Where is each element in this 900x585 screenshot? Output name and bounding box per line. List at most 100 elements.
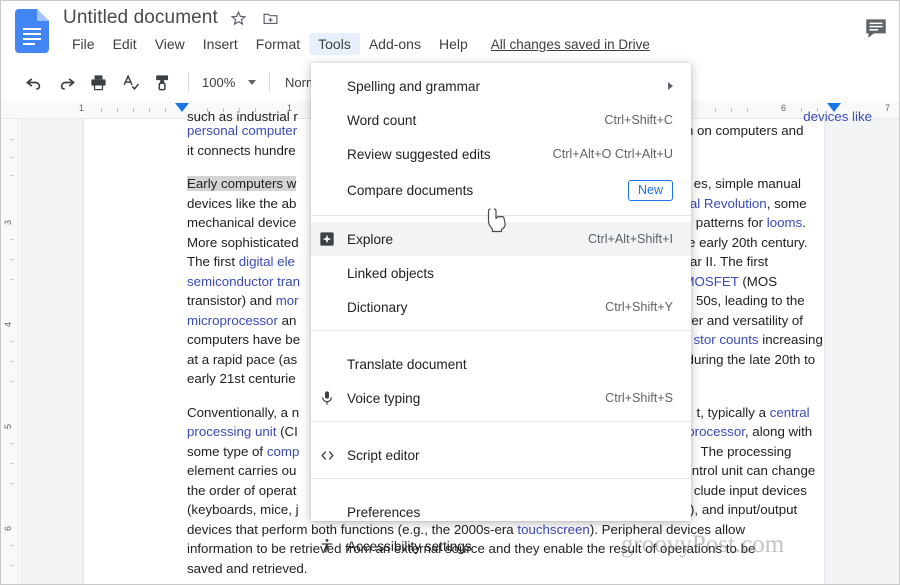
menu-spacer-2	[311, 428, 691, 438]
doc-link[interactable]: microprocessor	[187, 313, 278, 328]
vruler-number-6: 6	[3, 525, 13, 531]
undo-icon[interactable]	[19, 68, 49, 96]
spellcheck-icon[interactable]	[115, 68, 145, 96]
menu-separator-3	[311, 421, 691, 422]
doc-link[interactable]: processing unit	[187, 424, 276, 439]
menu-option-shortcut: Ctrl+Alt+Shift+I	[587, 232, 673, 246]
doc-text: /ar II. The first	[686, 254, 769, 269]
menu-option-word-count[interactable]: Word count Ctrl+Shift+C	[311, 103, 691, 137]
doc-link[interactable]: digital ele	[239, 254, 295, 269]
vruler-number-4: 4	[3, 321, 13, 327]
doc-text: some type of	[187, 443, 267, 459]
vruler-number-5: 5	[3, 423, 13, 429]
menu-option-translate-document[interactable]: Translate document	[311, 347, 691, 381]
vruler-number-3: 3	[3, 219, 13, 225]
doc-link[interactable]: al Revolution	[690, 196, 767, 211]
doc-text: patterns for	[695, 215, 767, 230]
vertical-ruler[interactable]: 3 4 5 6	[1, 119, 19, 584]
doc-text: such as industrial r	[187, 109, 298, 121]
doc-text: at a rapid pace (as	[187, 351, 298, 367]
toolbar-divider-2	[269, 72, 270, 92]
menu-option-label: Translate document	[347, 356, 467, 372]
menu-option-label: Compare documents	[347, 182, 474, 198]
doc-link[interactable]: semiconductor tran	[187, 274, 300, 289]
doc-text: clude input devices	[693, 482, 807, 498]
doc-link[interactable]: central	[770, 405, 810, 420]
menu-option-voice-typing[interactable]: Voice typing Ctrl+Shift+S	[311, 381, 691, 415]
menu-option-explore[interactable]: Explore Ctrl+Alt+Shift+I	[311, 222, 691, 256]
menu-item-file[interactable]: File	[63, 33, 104, 55]
submenu-arrow-icon	[668, 82, 673, 90]
zoom-selector[interactable]: 100%	[198, 75, 260, 90]
menu-item-insert[interactable]: Insert	[194, 33, 247, 55]
doc-text: early 21st centurie	[187, 371, 296, 386]
doc-text: wer and versatility of	[681, 312, 803, 328]
microphone-icon	[319, 390, 347, 406]
menu-option-label: Script editor	[347, 447, 420, 463]
doc-link[interactable]: stor counts	[694, 332, 759, 347]
menu-option-preferences[interactable]: Preferences	[311, 495, 691, 529]
menu-option-label: Accessibility settings	[347, 538, 472, 554]
accessibility-icon	[319, 538, 347, 554]
doc-link[interactable]: devices like	[803, 109, 872, 121]
doc-link[interactable]: processor	[687, 424, 745, 439]
menu-bar: File Edit View Insert Format Tools Add-o…	[63, 33, 650, 55]
doc-text: , some	[766, 195, 807, 211]
paint-format-icon[interactable]	[147, 68, 177, 96]
move-to-folder-icon[interactable]	[260, 7, 282, 29]
doc-link[interactable]: mor	[276, 293, 299, 308]
explore-icon	[319, 231, 347, 247]
menu-spacer	[311, 337, 691, 347]
doc-link[interactable]: looms	[767, 215, 802, 230]
doc-link[interactable]: personal computer	[187, 123, 297, 138]
doc-text: (MOS	[738, 273, 778, 289]
comments-icon[interactable]	[863, 15, 889, 41]
redo-icon[interactable]	[51, 68, 81, 96]
doc-text: The first	[187, 254, 239, 269]
doc-link[interactable]: comp	[267, 444, 300, 459]
doc-text: during the late 20th to	[686, 351, 816, 367]
menu-item-addons[interactable]: Add-ons	[360, 33, 430, 55]
doc-text: increasing	[758, 332, 823, 347]
doc-text: ), and input/output	[690, 502, 798, 517]
menu-option-label: Review suggested edits	[347, 146, 491, 162]
menu-separator	[311, 215, 691, 216]
menu-option-accessibility-settings[interactable]: Accessibility settings	[311, 529, 691, 563]
google-docs-window: Untitled document File Edit View Insert …	[0, 0, 900, 585]
chevron-down-icon	[248, 79, 256, 85]
menu-option-compare-documents[interactable]: Compare documents New	[311, 171, 691, 209]
menu-option-script-editor[interactable]: Script editor	[311, 438, 691, 472]
selected-text[interactable]: Early computers w	[187, 176, 297, 191]
menu-option-shortcut: Ctrl+Shift+Y	[605, 300, 673, 314]
doc-text: (keyboards, mice, j	[187, 502, 299, 517]
menu-item-edit[interactable]: Edit	[104, 33, 146, 55]
save-status-link[interactable]: All changes saved in Drive	[491, 37, 650, 52]
star-icon[interactable]	[228, 7, 250, 29]
doc-text: e early 20th century.	[688, 234, 808, 250]
menu-option-linked-objects[interactable]: Linked objects	[311, 256, 691, 290]
menu-option-label: Linked objects	[347, 265, 434, 281]
doc-text: devices like the ab	[187, 195, 297, 211]
menu-item-help[interactable]: Help	[430, 33, 477, 55]
doc-text: 50s, leading to the	[696, 293, 805, 308]
menu-option-shortcut: Ctrl+Shift+S	[605, 391, 673, 405]
menu-item-view[interactable]: View	[146, 33, 194, 55]
print-icon[interactable]	[83, 68, 113, 96]
menu-option-review-suggested-edits[interactable]: Review suggested edits Ctrl+Alt+O Ctrl+A…	[311, 137, 691, 171]
menu-option-spelling-and-grammar[interactable]: Spelling and grammar	[311, 69, 691, 103]
doc-text: saved and retrieved.	[187, 560, 308, 576]
doc-text: , along with	[744, 424, 813, 439]
menu-option-label: Voice typing	[347, 390, 421, 406]
menu-item-tools[interactable]: Tools	[309, 33, 360, 55]
menu-option-shortcut: Ctrl+Shift+C	[604, 113, 673, 127]
toolbar-divider	[188, 72, 189, 92]
menu-item-format[interactable]: Format	[247, 33, 309, 55]
top-bar: Untitled document File Edit View Insert …	[1, 1, 899, 63]
doc-text: computers have be	[187, 332, 301, 347]
tools-dropdown-menu: Spelling and grammar Word count Ctrl+Shi…	[311, 63, 691, 554]
page-title[interactable]: Untitled document	[63, 7, 218, 29]
google-docs-icon[interactable]	[15, 9, 49, 53]
menu-option-label: Dictionary	[347, 299, 408, 315]
doc-link[interactable]: MOSFET	[683, 274, 738, 289]
menu-option-dictionary[interactable]: Dictionary Ctrl+Shift+Y	[311, 290, 691, 324]
